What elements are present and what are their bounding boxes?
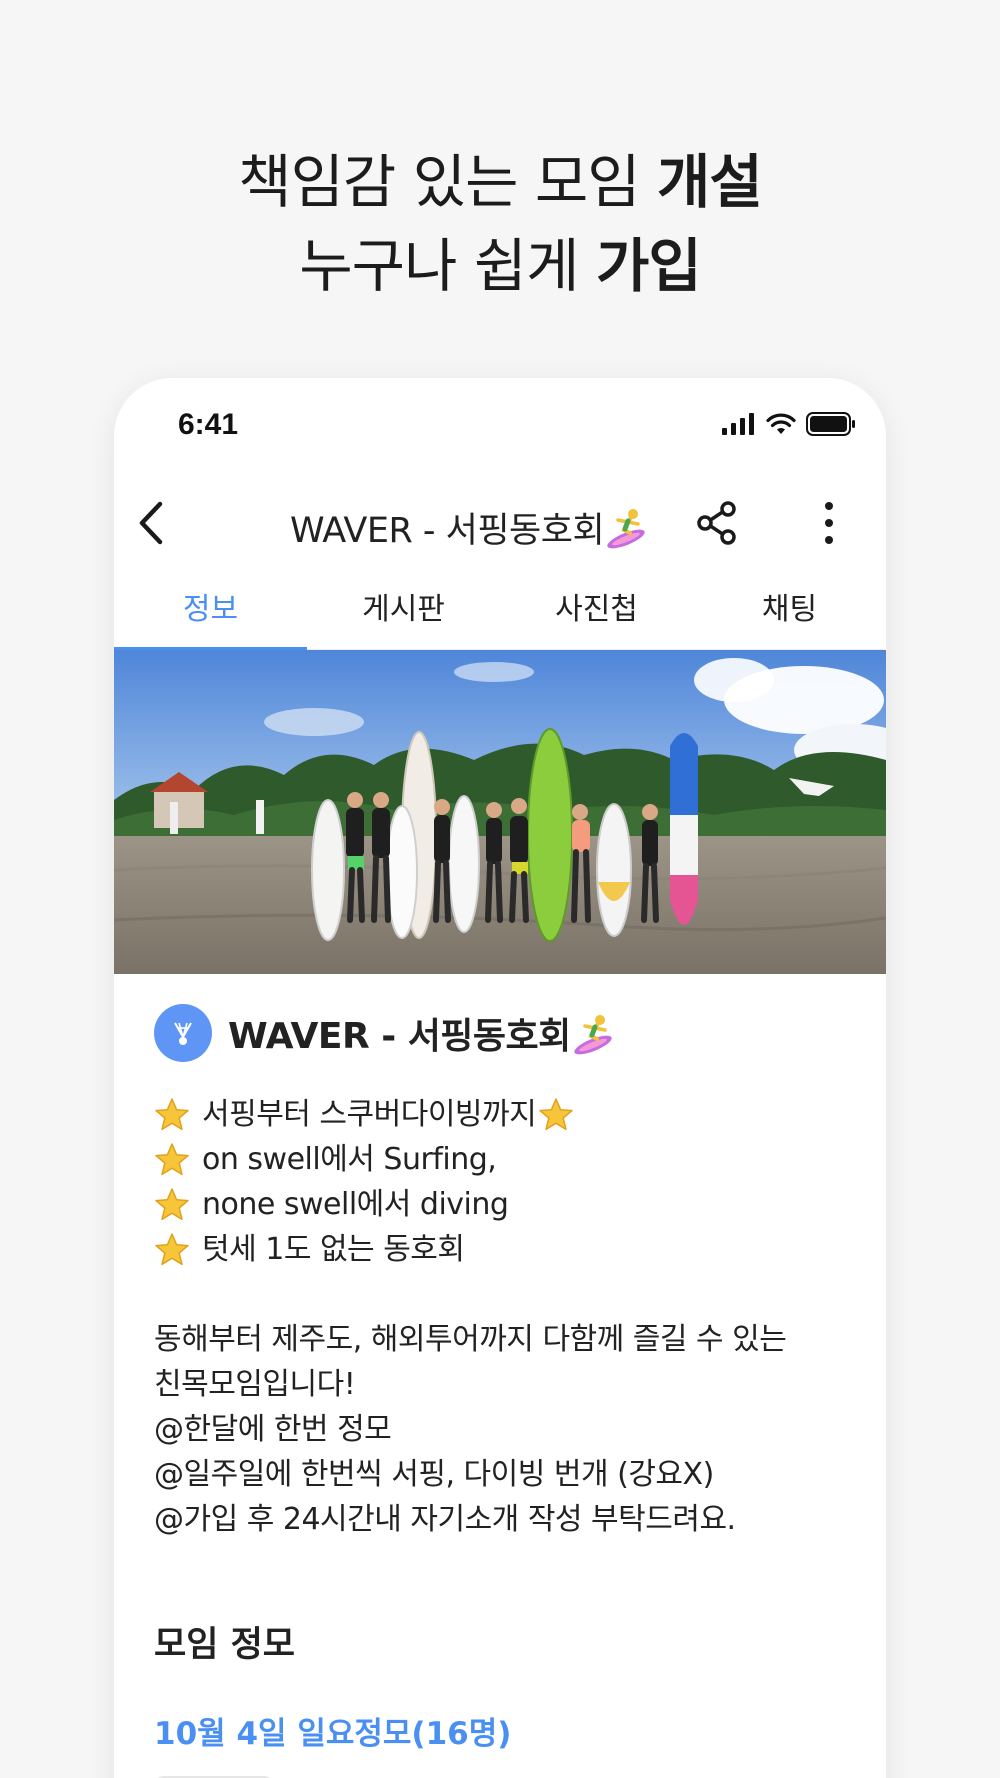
meetup-section-title: 모임 정모 [154,1625,295,1665]
star-emoji-icon [539,1097,573,1130]
tab-chat[interactable]: 채팅 [693,578,886,649]
signal-icon [722,413,754,435]
status-icons [722,412,856,436]
club-name: WAVER - 서핑동호회 [228,1007,617,1059]
star-emoji-icon [155,1142,189,1175]
app-bar: WAVER - 서핑동호회 [114,468,886,578]
beach-surfboards-photo [114,650,886,974]
club-header: WAVER - 서핑동호회 [154,1004,617,1062]
intro-line-4-text: 텃세 1도 없는 동호회 [202,1232,465,1267]
intro-line-1-text: 서핑부터 스쿠버다이빙까지 [202,1097,537,1132]
club-name-text: WAVER - 서핑동호회 [228,1016,571,1057]
intro-line-4: 텃세 1도 없는 동호회 [154,1227,854,1272]
battery-icon [806,412,855,436]
club-cover-photo [114,650,886,974]
tab-board[interactable]: 게시판 [307,578,500,649]
headline-line-1-bold: 개설 [657,148,763,216]
tab-info[interactable]: 정보 [114,578,307,651]
intro-line-3: none swell에서 diving [154,1182,854,1227]
body-line-3: @한달에 한번 정모 [154,1412,392,1447]
headline-line-2-text: 누구나 쉽게 [299,232,596,300]
headline-line-2: 누구나 쉽게 가입 [0,224,1000,308]
intro-line-2: on swell에서 Surfing, [154,1137,854,1182]
surfer-emoji-icon [574,1015,612,1055]
star-emoji-icon [155,1232,189,1265]
headline-line-1: 책임감 있는 모임 개설 [0,140,1000,224]
body-line-1: 동해부터 제주도, 해외투어까지 다함께 즐길 수 있는 [154,1322,787,1357]
intro-line-1: 서핑부터 스쿠버다이빙까지 [154,1092,854,1137]
tab-album[interactable]: 사진첩 [500,578,693,649]
intro-line-3-text: none swell에서 diving [202,1187,509,1222]
headline-line-1-text: 책임감 있는 모임 [238,148,658,216]
wifi-icon [766,413,796,434]
tab-bar: 정보 게시판 사진첩 채팅 [114,578,886,651]
promo-headline: 책임감 있는 모임 개설 누구나 쉽게 가입 [0,140,1000,308]
status-time: 6:41 [178,408,239,441]
appbar-title-text: WAVER - 서핑동호회 [290,511,605,551]
share-icon[interactable] [692,498,742,548]
body-line-4: @일주일에 한번씩 서핑, 다이빙 번개 (강요X) [154,1457,714,1492]
club-description: 서핑부터 스쿠버다이빙까지 on swell에서 Surfing, none s… [154,1092,854,1542]
appbar-title: WAVER - 서핑동호회 [290,502,650,553]
body-line-5: @가입 후 24시간내 자기소개 작성 부탁드려요. [154,1502,736,1537]
headline-line-2-bold: 가입 [595,232,702,300]
meetup-title-link[interactable]: 10월 4일 일요정모(16명) [154,1708,511,1753]
star-emoji-icon [155,1097,189,1130]
intro-line-2-text: on swell에서 Surfing, [202,1142,497,1177]
phone-mockup: 6:41 WAVER - 서핑동호회 정보 게시판 사진첩 채팅 WAVER -… [114,378,886,1778]
status-bar: 6:41 [114,378,886,468]
surfer-emoji-icon [607,509,645,549]
more-vertical-icon[interactable] [814,498,844,548]
club-avatar [154,1004,212,1062]
back-arrow-icon[interactable] [128,498,178,548]
badminton-shuttlecock-icon [174,1022,192,1045]
star-emoji-icon [155,1187,189,1220]
body-line-2: 친목모임입니다! [154,1367,356,1402]
